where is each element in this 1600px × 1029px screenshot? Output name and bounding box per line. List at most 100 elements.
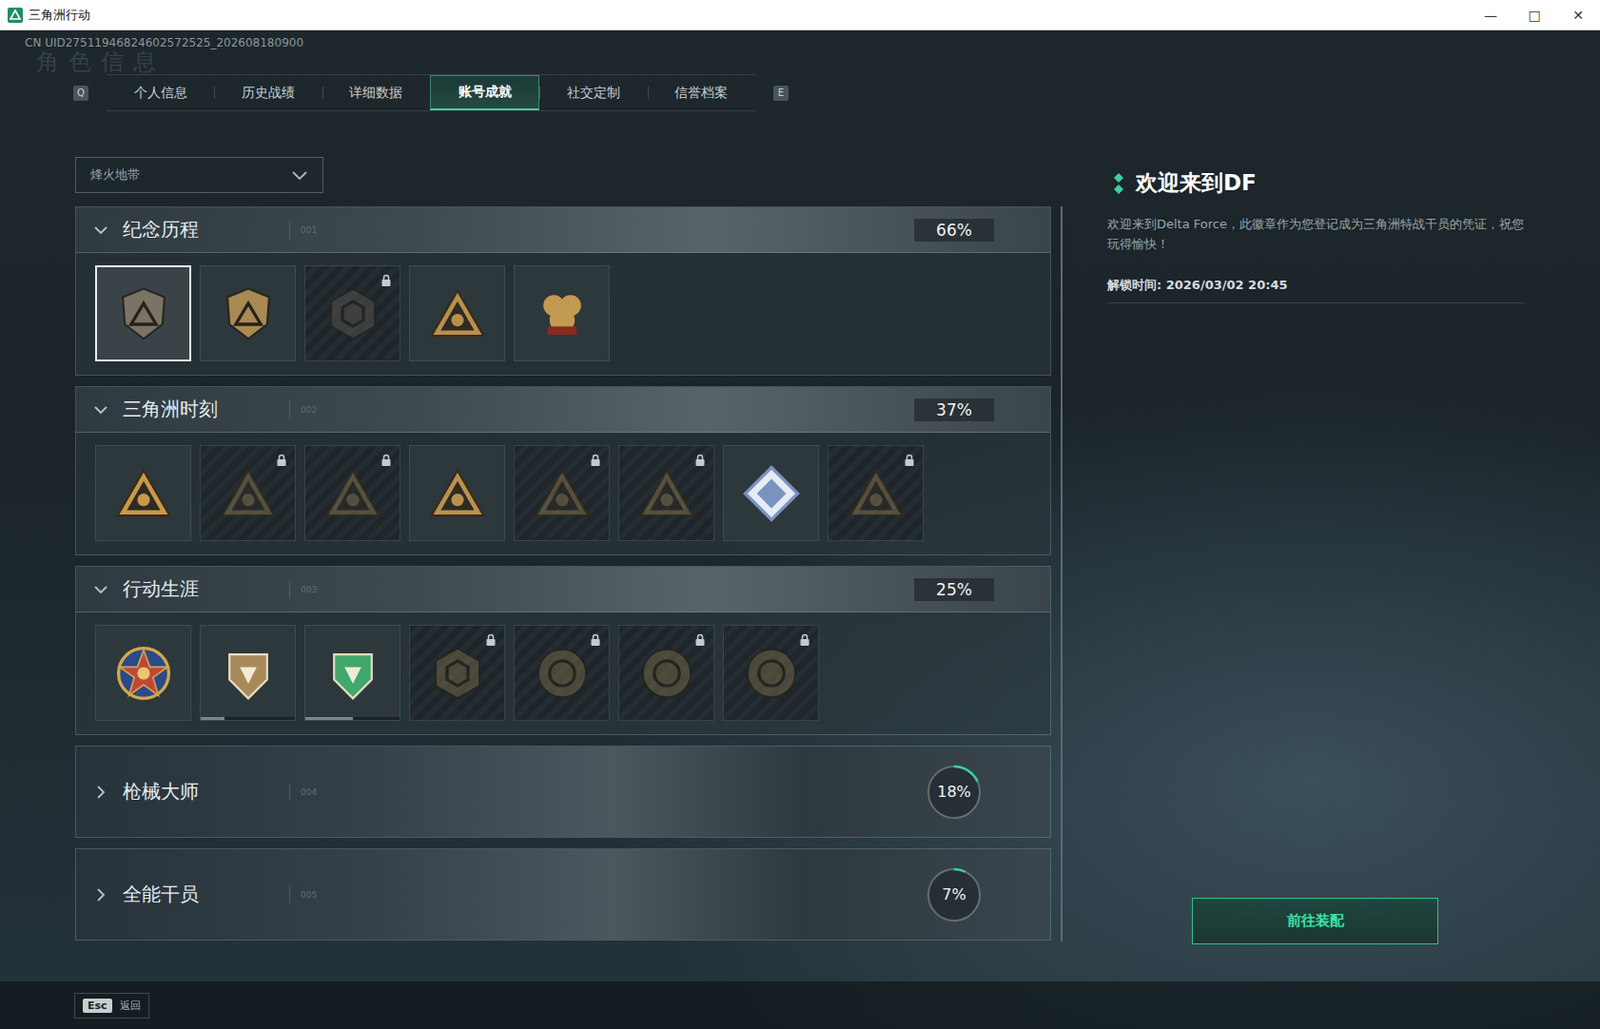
progress-ring: 7% bbox=[925, 866, 983, 924]
category-title: 全能干员 bbox=[122, 881, 290, 908]
crest-badge-icon bbox=[216, 642, 280, 705]
category-header[interactable]: 枪械大师00418% bbox=[76, 746, 1051, 838]
badge-tile[interactable] bbox=[199, 265, 296, 362]
window-control-button[interactable]: — bbox=[1468, 7, 1513, 23]
category-index: 003 bbox=[300, 585, 317, 595]
tab[interactable]: 历史战绩 bbox=[214, 75, 322, 111]
prev-tab-key[interactable]: Q bbox=[73, 85, 89, 101]
page-watermark: 角色信息 bbox=[36, 50, 1600, 75]
category-header[interactable]: 三角洲时刻00237% bbox=[76, 387, 1051, 433]
window-control-button[interactable]: ✕ bbox=[1556, 7, 1600, 23]
progress-label: 18% bbox=[936, 782, 972, 801]
badge-tile[interactable] bbox=[95, 445, 192, 542]
badge-tile[interactable] bbox=[409, 445, 506, 542]
badge-progress-bar bbox=[305, 717, 400, 721]
triangle-badge-icon bbox=[112, 462, 176, 526]
detail-title-row: 欢迎来到DF bbox=[1112, 168, 1524, 198]
round-badge-icon bbox=[530, 642, 594, 705]
category-scroll-area: 纪念历程00166%三角洲时刻00237%行动生涯00325%枪械大师00418… bbox=[75, 206, 1063, 945]
badge-grid bbox=[76, 432, 1051, 555]
star-badge-icon bbox=[112, 642, 176, 705]
tab[interactable]: 社交定制 bbox=[539, 75, 647, 111]
triangle-badge-icon bbox=[530, 462, 594, 526]
badge-tile[interactable] bbox=[304, 624, 401, 722]
hexagon-badge-icon bbox=[321, 282, 385, 346]
header-separator bbox=[289, 401, 291, 419]
category-header[interactable]: 全能干员0057% bbox=[76, 849, 1051, 940]
chevron-down-icon bbox=[91, 580, 111, 600]
padlock-icon bbox=[589, 633, 602, 647]
esc-key: Esc bbox=[82, 998, 113, 1014]
category-header[interactable]: 行动生涯 003 25% bbox=[76, 566, 1051, 613]
tab[interactable]: 详细数据 bbox=[322, 75, 430, 111]
badge-tile[interactable] bbox=[409, 624, 506, 722]
progress-label: 66% bbox=[914, 218, 995, 242]
badge-tile[interactable] bbox=[199, 445, 296, 542]
category-index: 004 bbox=[300, 787, 317, 798]
main-area: CN UID27511946824602572525_202608180900角… bbox=[0, 30, 1600, 1029]
badge-tile[interactable] bbox=[95, 624, 192, 722]
category-header[interactable]: 纪念历程 001 66% bbox=[76, 207, 1051, 254]
padlock-icon bbox=[485, 633, 497, 647]
category-title: 纪念历程 bbox=[122, 216, 290, 243]
badge-tile[interactable] bbox=[513, 624, 610, 722]
shield-badge-icon bbox=[112, 282, 176, 346]
badge-tile[interactable] bbox=[409, 265, 506, 362]
badge-progress-fill bbox=[305, 717, 353, 721]
header-separator bbox=[289, 581, 291, 599]
category-title: 行动生涯 bbox=[122, 576, 290, 603]
category-index: 001 bbox=[300, 225, 317, 235]
back-button[interactable]: Esc返回 bbox=[74, 993, 150, 1019]
tab[interactable]: 个人信息 bbox=[106, 75, 215, 111]
badge-tile[interactable] bbox=[618, 624, 715, 722]
detail-panel: 欢迎来到DF 欢迎来到Delta Force，此徽章作为您登记成为三角洲特战干员的… bbox=[1105, 156, 1524, 945]
header-separator bbox=[289, 886, 291, 904]
padlock-icon bbox=[380, 453, 392, 468]
badge-tile[interactable] bbox=[722, 445, 820, 542]
triangle-badge-icon bbox=[321, 462, 385, 526]
tab[interactable]: 信誉档案 bbox=[647, 75, 756, 111]
content-row: 烽火地带纪念历程00166%三角洲时刻00237%行动生涯00325%枪械大师0… bbox=[0, 156, 1600, 945]
triangle-badge-icon bbox=[426, 282, 489, 346]
badge-tile[interactable] bbox=[722, 624, 820, 722]
category-index: 002 bbox=[300, 405, 317, 415]
uid-label: CN UID27511946824602572525_202608180900 bbox=[24, 35, 1600, 51]
badge-tile[interactable] bbox=[199, 624, 296, 722]
badge-tile[interactable] bbox=[304, 445, 401, 542]
achievement-column: 烽火地带纪念历程00166%三角洲时刻00237%行动生涯00325%枪械大师0… bbox=[75, 156, 1063, 945]
unlock-time: 解锁时间: 2026/03/02 20:45 bbox=[1107, 276, 1524, 304]
equip-button[interactable]: 前往装配 bbox=[1191, 897, 1439, 945]
chevron-down-icon bbox=[91, 400, 111, 420]
window-control-button[interactable]: □ bbox=[1512, 7, 1557, 23]
detail-title: 欢迎来到DF bbox=[1135, 168, 1257, 198]
badge-tile[interactable] bbox=[95, 265, 192, 362]
round-badge-icon bbox=[740, 642, 803, 705]
chevron-down-icon bbox=[290, 165, 310, 185]
tab[interactable]: 账号成就 bbox=[429, 75, 540, 111]
tab-row: Q 个人信息历史战绩详细数据账号成就社交定制信誉档案 E bbox=[73, 74, 1600, 112]
category-panel: 纪念历程 001 66% bbox=[75, 206, 1052, 376]
scrollbar[interactable] bbox=[1060, 206, 1063, 942]
next-tab-key[interactable]: E bbox=[773, 85, 789, 101]
badge-tile[interactable] bbox=[513, 445, 610, 542]
padlock-icon bbox=[694, 453, 706, 468]
chevron-right-icon bbox=[91, 885, 111, 905]
padlock-icon bbox=[589, 453, 602, 468]
padlock-icon bbox=[380, 273, 392, 288]
badge-grid bbox=[76, 612, 1051, 735]
round-badge-icon bbox=[635, 642, 699, 705]
progress-label: 25% bbox=[914, 578, 995, 602]
category-panel: 全能干员0057% bbox=[75, 848, 1052, 941]
badge-tile[interactable] bbox=[513, 265, 610, 362]
padlock-icon bbox=[694, 633, 706, 647]
detail-description: 欢迎来到Delta Force，此徽章作为您登记成为三角洲特战干员的凭证，祝您玩… bbox=[1107, 214, 1524, 264]
badge-progress-fill bbox=[200, 717, 225, 721]
badge-tile[interactable] bbox=[618, 445, 715, 542]
triangle-badge-icon bbox=[426, 462, 489, 526]
header-separator bbox=[289, 221, 291, 239]
hexagon-badge-icon bbox=[426, 642, 489, 705]
badge-tile[interactable] bbox=[827, 445, 924, 542]
mode-dropdown[interactable]: 烽火地带 bbox=[75, 156, 324, 194]
category-list: 纪念历程00166%三角洲时刻00237%行动生涯00325%枪械大师00418… bbox=[75, 206, 1052, 945]
badge-tile[interactable] bbox=[304, 265, 401, 362]
